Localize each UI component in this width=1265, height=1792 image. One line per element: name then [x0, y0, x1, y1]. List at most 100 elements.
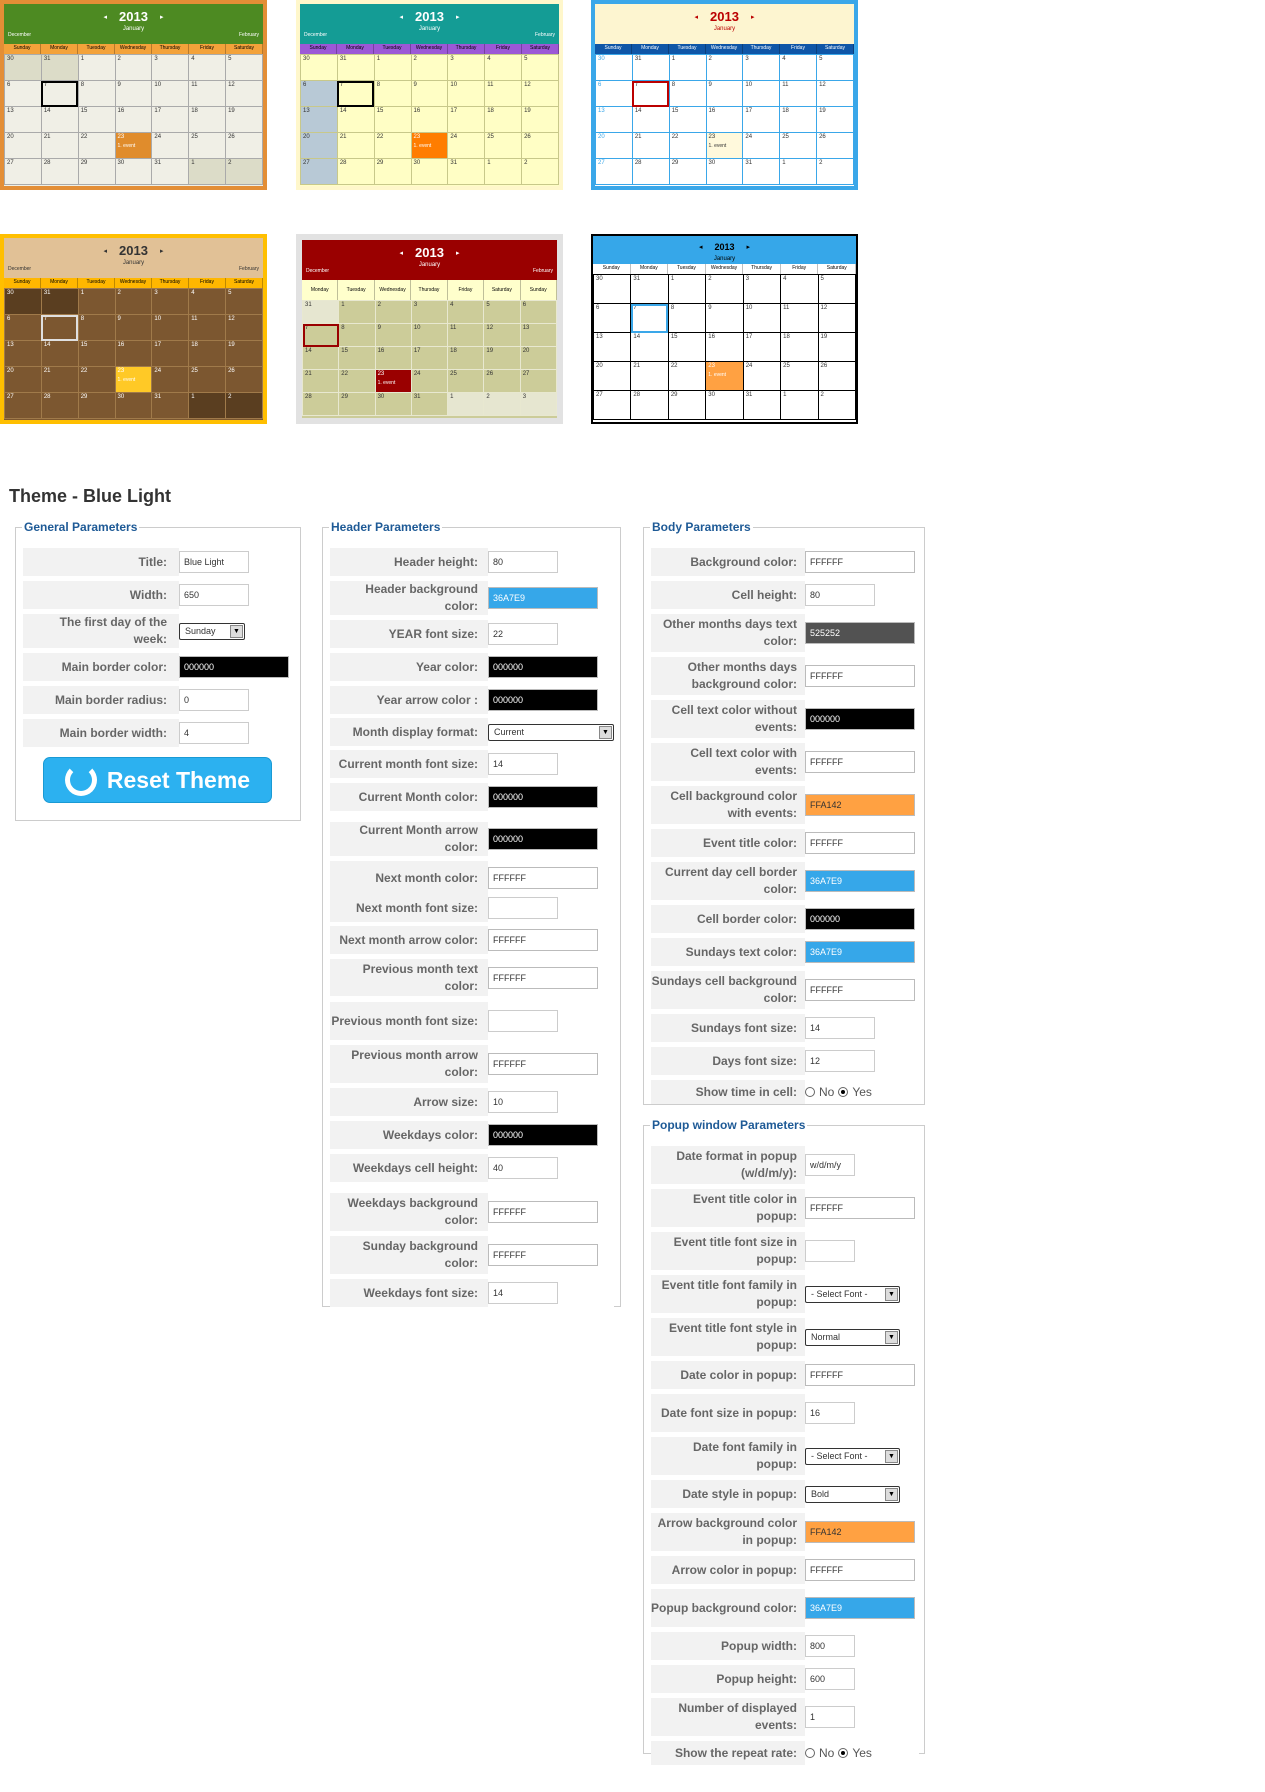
theme-preview-red[interactable]: ◂ 2013 ▸ January December February Monday Tuesd…	[296, 234, 563, 424]
day-cell[interactable]: 13	[4, 340, 42, 367]
day-cell[interactable]: 25	[188, 132, 227, 159]
day-cell[interactable]: 31	[630, 274, 669, 304]
day-cell[interactable]: 7	[40, 80, 79, 107]
day-cell[interactable]: 25	[779, 132, 818, 159]
day-cell[interactable]: 22	[667, 361, 707, 391]
header-select[interactable]: Current ▼	[488, 723, 614, 741]
body-text-input[interactable]: 80	[805, 584, 875, 606]
day-cell[interactable]: 19	[225, 340, 263, 367]
day-cell[interactable]: 30	[4, 288, 42, 315]
header-color-input[interactable]: FFFFFF	[488, 867, 598, 889]
day-cell[interactable]: 23 1. event	[705, 132, 744, 159]
body-color-input[interactable]: FFFFFF	[805, 751, 915, 773]
day-cell[interactable]: 19	[483, 346, 521, 370]
body-color-input[interactable]: 000000	[805, 908, 915, 930]
day-cell[interactable]: 27	[519, 369, 557, 393]
day-cell[interactable]: 9	[410, 80, 449, 107]
previous-month-link[interactable]: December	[304, 32, 327, 38]
header-color-input[interactable]: 000000	[488, 828, 598, 850]
prev-year-arrow-icon[interactable]: ◂	[104, 248, 108, 255]
day-cell[interactable]: 12	[225, 80, 263, 107]
day-cell[interactable]: 23 1. event	[705, 361, 744, 391]
day-cell[interactable]: 4	[484, 54, 523, 81]
radio-yes[interactable]	[838, 1748, 849, 1758]
day-cell[interactable]: 24	[410, 369, 449, 393]
event-label[interactable]: 1. event	[709, 143, 741, 149]
day-cell[interactable]: 2	[521, 158, 559, 185]
day-cell[interactable]: 22	[668, 132, 707, 159]
prev-year-arrow-icon[interactable]: ◂	[104, 14, 108, 21]
day-cell[interactable]: 11	[484, 80, 523, 107]
next-year-arrow-icon[interactable]: ▸	[160, 14, 164, 21]
header-color-input[interactable]: 000000	[488, 1124, 598, 1146]
day-cell[interactable]: 19	[521, 106, 559, 133]
day-cell[interactable]: 8	[77, 80, 116, 107]
day-cell[interactable]: 31	[742, 158, 781, 185]
day-cell[interactable]: 24	[742, 132, 781, 159]
day-cell[interactable]: 18	[188, 340, 227, 367]
theme-preview-blue-white[interactable]: ◂ 2013 ▸ January Sunday Monday Tuesday Wednesda…	[591, 0, 858, 190]
header-color-input[interactable]: 000000	[488, 689, 598, 711]
day-cell[interactable]: 11	[780, 303, 819, 333]
day-cell[interactable]: 31	[40, 288, 79, 315]
day-cell[interactable]: 7	[631, 80, 670, 107]
day-cell[interactable]: 13	[4, 106, 42, 133]
general-text-input[interactable]: Blue Light	[179, 551, 249, 573]
day-cell[interactable]: 1	[447, 392, 485, 416]
day-cell[interactable]: 10	[410, 323, 449, 347]
day-cell[interactable]: 30	[705, 158, 744, 185]
day-cell[interactable]: 30	[593, 274, 632, 304]
day-cell[interactable]: 18	[188, 106, 227, 133]
general-text-input[interactable]: 4	[179, 722, 249, 744]
body-color-input[interactable]: FFFFFF	[805, 665, 915, 687]
day-cell[interactable]: 26	[817, 361, 856, 391]
day-cell[interactable]: 20	[4, 366, 42, 393]
previous-month-link[interactable]: December	[8, 266, 31, 272]
day-cell[interactable]: 28	[630, 390, 669, 420]
day-cell[interactable]: 13	[593, 332, 632, 362]
day-cell[interactable]: 22	[77, 132, 116, 159]
day-cell[interactable]: 1	[779, 158, 818, 185]
next-year-arrow-icon[interactable]: ▸	[456, 250, 460, 257]
theme-preview-teal[interactable]: ◂ 2013 ▸ January December February Sunday Monda…	[296, 0, 563, 190]
popup-select[interactable]: Normal ▼	[805, 1328, 900, 1346]
day-cell[interactable]: 3	[742, 54, 781, 81]
day-cell[interactable]: 1	[668, 54, 707, 81]
day-cell[interactable]: 16	[410, 106, 449, 133]
day-cell[interactable]: 2	[225, 392, 263, 419]
day-cell[interactable]: 12	[521, 80, 559, 107]
day-cell[interactable]: 2	[114, 54, 153, 81]
day-cell[interactable]: 1	[188, 158, 227, 185]
popup-select[interactable]: Bold ▼	[805, 1485, 900, 1503]
day-cell[interactable]: 16	[705, 332, 744, 362]
header-text-input[interactable]: 40	[488, 1157, 558, 1179]
day-cell[interactable]: 12	[225, 314, 263, 341]
day-cell[interactable]: 26	[483, 369, 521, 393]
day-cell[interactable]: 16	[114, 340, 153, 367]
day-cell[interactable]: 16	[705, 106, 744, 133]
day-cell[interactable]: 4	[779, 54, 818, 81]
day-cell[interactable]: 27	[595, 158, 633, 185]
day-cell[interactable]: 11	[447, 323, 485, 347]
day-cell[interactable]: 29	[373, 158, 412, 185]
day-cell[interactable]: 2	[114, 288, 153, 315]
day-cell[interactable]: 14	[302, 346, 340, 370]
day-cell[interactable]: 9	[374, 323, 412, 347]
day-cell[interactable]: 21	[631, 132, 670, 159]
day-cell[interactable]: 10	[742, 80, 781, 107]
day-cell[interactable]: 5	[817, 274, 856, 304]
header-color-input[interactable]: 000000	[488, 786, 598, 808]
radio-no[interactable]	[805, 1087, 815, 1097]
day-cell[interactable]: 4	[780, 274, 819, 304]
day-cell[interactable]: 28	[631, 158, 670, 185]
day-cell[interactable]: 22	[373, 132, 412, 159]
general-text-input[interactable]: 0	[179, 689, 249, 711]
day-cell[interactable]: 10	[447, 80, 486, 107]
day-cell[interactable]: 6	[4, 80, 42, 107]
day-cell[interactable]: 2	[705, 274, 744, 304]
body-color-input[interactable]: 36A7E9	[805, 870, 915, 892]
day-cell[interactable]: 26	[225, 366, 263, 393]
popup-text-input[interactable]: 1	[805, 1706, 855, 1728]
day-cell[interactable]: 5	[521, 54, 559, 81]
day-cell[interactable]: 20	[595, 132, 633, 159]
